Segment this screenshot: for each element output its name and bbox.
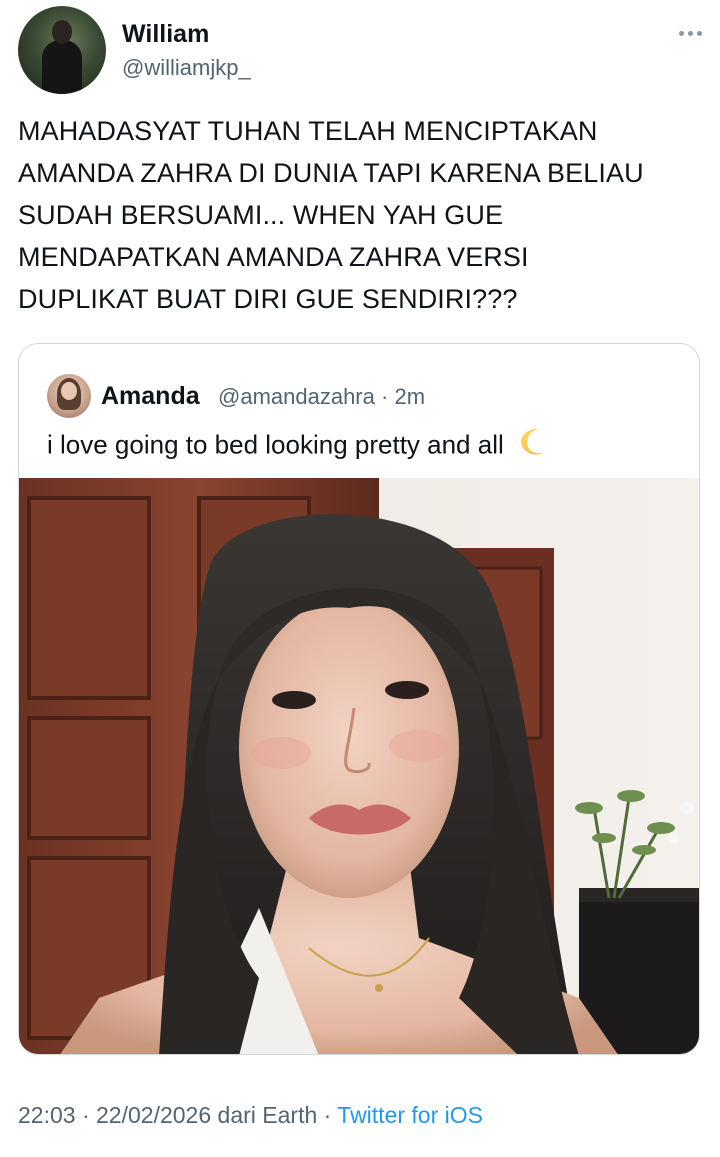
more-options-icon[interactable] (676, 26, 704, 40)
quoted-author-display-name[interactable]: Amanda (101, 380, 200, 412)
tweet-source-link[interactable]: Twitter for iOS (337, 1102, 483, 1128)
tweet-text-line: MENDAPATKAN AMANDA ZAHRA VERSI (18, 242, 529, 272)
tweet-container: William @williamjkp_ MAHADASYAT TUHAN TE… (0, 0, 720, 1157)
tweet-text-line: MAHADASYAT TUHAN TELAH MENCIPTAKAN (18, 116, 598, 146)
quoted-tweet-age[interactable]: 2m (394, 384, 425, 409)
quoted-author-avatar[interactable] (47, 374, 91, 418)
quoted-author-meta: @amandazahra · 2m (218, 382, 425, 412)
tweet-text: MAHADASYAT TUHAN TELAH MENCIPTAKAN AMAND… (18, 110, 708, 320)
quoted-tweet-card[interactable]: Amanda @amandazahra · 2m i love going to… (18, 343, 700, 1055)
tweet-text-line: DUPLIKAT BUAT DIRI GUE SENDIRI??? (18, 284, 518, 314)
meta-separator: · (81, 1102, 90, 1128)
selfie-photo[interactable] (19, 478, 699, 1054)
author-avatar[interactable] (18, 6, 106, 94)
tweet-text-line: AMANDA ZAHRA DI DUNIA TAPI KARENA BELIAU (18, 158, 644, 188)
meta-separator: · (323, 1102, 332, 1128)
quoted-tweet-text: i love going to bed looking pretty and a… (47, 426, 549, 467)
crescent-moon-icon (517, 426, 549, 467)
author-display-name[interactable]: William (122, 18, 209, 50)
author-handle[interactable]: @williamjkp_ (122, 54, 251, 82)
tweet-time[interactable]: 22:03 (18, 1102, 76, 1128)
meta-separator: · (381, 384, 389, 409)
quoted-tweet-text-content: i love going to bed looking pretty and a… (47, 429, 504, 460)
tweet-text-line: SUDAH BERSUAMI... WHEN YAH GUE (18, 200, 504, 230)
tweet-origin: dari Earth (217, 1102, 318, 1128)
tweet-timestamp-line: 22:03 · 22/02/2026 dari Earth · Twitter … (18, 1099, 483, 1131)
quoted-author-handle[interactable]: @amandazahra (218, 384, 375, 409)
tweet-date[interactable]: 22/02/2026 (96, 1102, 211, 1128)
